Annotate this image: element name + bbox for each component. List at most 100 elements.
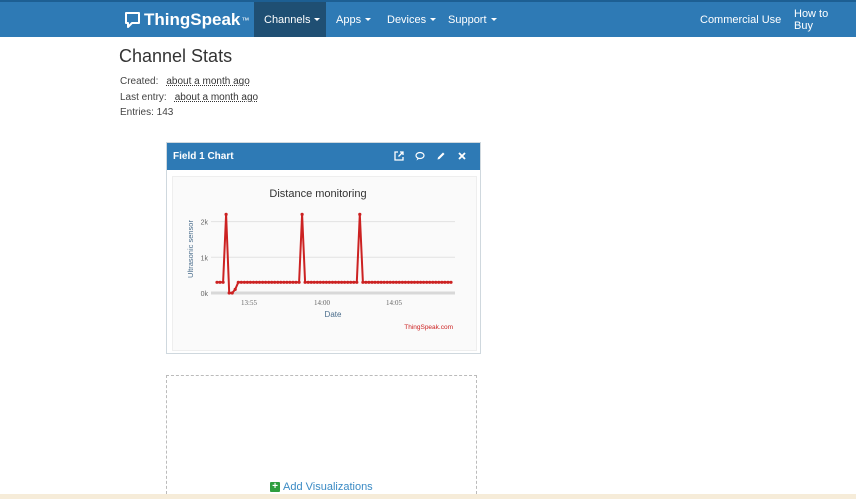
data-point[interactable] [288,280,292,284]
created-label: Created: [120,76,159,87]
data-point[interactable] [361,280,365,284]
data-point[interactable] [309,280,313,284]
data-point[interactable] [306,280,310,284]
external-link-icon[interactable] [393,149,405,163]
pencil-icon[interactable] [435,149,447,163]
data-point[interactable] [312,280,316,284]
data-point[interactable] [224,212,228,216]
data-point[interactable] [242,280,246,284]
data-point[interactable] [276,280,280,284]
data-point[interactable] [270,280,274,284]
data-point[interactable] [437,280,441,284]
data-point[interactable] [403,280,407,284]
data-point[interactable] [221,280,225,284]
data-point[interactable] [294,280,298,284]
chevron-down-icon [365,18,372,21]
data-point[interactable] [355,280,359,284]
line-chart[interactable]: Distance monitoring Ultrasonic sensor Da… [173,177,476,350]
data-point[interactable] [218,280,222,284]
nav-apps[interactable]: Apps [326,2,381,37]
close-icon[interactable] [456,149,468,163]
nav-devices[interactable]: Devices [377,2,446,37]
data-point[interactable] [412,280,417,284]
data-point[interactable] [333,280,338,284]
series-line [217,214,451,294]
data-point[interactable] [352,280,356,284]
data-point[interactable] [358,212,362,216]
add-visualizations-button[interactable]: + Add Visualizations [270,481,373,493]
data-point[interactable] [379,280,383,284]
data-point[interactable] [230,291,234,295]
data-point[interactable] [273,280,277,284]
data-point[interactable] [279,280,283,284]
data-point[interactable] [264,280,268,284]
data-point[interactable] [261,280,265,284]
data-point[interactable] [449,280,453,284]
data-point[interactable] [337,280,341,284]
data-point[interactable] [425,280,429,284]
data-point[interactable] [251,280,256,284]
data-point[interactable] [397,280,401,284]
data-point[interactable] [297,280,301,284]
data-point[interactable] [394,280,398,284]
data-point[interactable] [233,287,237,291]
data-point[interactable] [303,280,307,284]
nav-commercial-use[interactable]: Commercial Use [690,2,791,37]
data-point[interactable] [236,280,240,284]
data-point[interactable] [364,280,368,284]
data-point[interactable] [409,280,414,284]
data-point[interactable] [406,280,411,284]
data-point[interactable] [321,280,325,284]
chart-credit[interactable]: ThingSpeak.com [404,324,453,331]
nav-support[interactable]: Support [438,2,507,37]
data-point[interactable] [327,280,331,284]
data-point[interactable] [245,280,249,284]
thingspeak-logo[interactable]: ThingSpeak ™ [124,8,249,32]
data-point[interactable] [340,280,344,284]
data-point[interactable] [285,280,289,284]
data-point[interactable] [324,280,328,284]
data-point[interactable] [330,280,335,284]
data-point[interactable] [257,280,262,284]
data-point[interactable] [291,280,295,284]
data-point[interactable] [385,280,389,284]
data-point[interactable] [346,280,350,284]
data-point[interactable] [416,280,420,284]
data-point[interactable] [254,280,259,284]
data-point[interactable] [400,280,404,284]
data-point[interactable] [248,280,252,284]
y-tick-label: 0k [201,291,209,298]
nav-how-to-buy[interactable]: How to Buy [784,2,856,37]
data-point[interactable] [315,280,319,284]
data-point[interactable] [349,280,353,284]
data-point[interactable] [388,280,392,284]
comment-icon[interactable] [414,149,426,163]
data-point[interactable] [391,280,395,284]
data-point[interactable] [443,280,447,284]
data-point[interactable] [343,280,347,284]
data-point[interactable] [300,212,304,216]
created-value: about a month ago [166,76,250,87]
data-point[interactable] [373,280,377,284]
nav-channels[interactable]: Channels [254,2,326,37]
data-point[interactable] [215,280,219,284]
data-point[interactable] [434,280,438,284]
data-point[interactable] [422,280,426,284]
data-point[interactable] [440,280,444,284]
data-point[interactable] [318,280,322,284]
data-point[interactable] [376,280,380,284]
data-point[interactable] [446,280,450,284]
widget-title: Field 1 Chart [173,151,234,162]
data-point[interactable] [267,280,271,284]
y-tick-label: 2k [201,220,209,227]
data-point[interactable] [419,280,423,284]
data-point[interactable] [428,280,432,284]
data-point[interactable] [227,291,231,295]
data-point[interactable] [370,280,374,284]
data-point[interactable] [367,280,371,284]
x-tick-label: 14:05 [386,299,402,307]
data-point[interactable] [382,280,386,284]
data-point[interactable] [239,280,243,284]
data-point[interactable] [431,280,435,284]
data-point[interactable] [282,280,286,284]
